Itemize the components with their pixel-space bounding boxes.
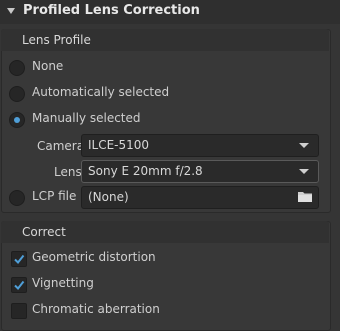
lens-dropdown-arrow-icon — [299, 169, 309, 174]
camera-value: ILCE-5100 — [88, 138, 150, 152]
radio-manual[interactable] — [9, 112, 25, 128]
geometric-distortion-row[interactable]: Geometric distortion — [11, 247, 311, 269]
vignetting-label: Vignetting — [32, 276, 94, 290]
camera-label: Camera — [37, 139, 85, 153]
lens-label: Lens — [54, 165, 82, 179]
radio-none[interactable] — [9, 60, 25, 76]
radio-manual-label: Manually selected — [32, 111, 141, 125]
chromatic-aberration-label: Chromatic aberration — [32, 302, 160, 316]
radio-none-row[interactable]: None — [9, 56, 309, 78]
lens-select[interactable]: Sony E 20mm f/2.8 — [81, 160, 319, 183]
camera-select[interactable]: ILCE-5100 — [81, 134, 319, 157]
vignetting-row[interactable]: Vignetting — [11, 273, 311, 295]
checkmark-icon — [14, 280, 25, 291]
correct-title-bar: Correct — [1, 221, 329, 243]
lens-value: Sony E 20mm f/2.8 — [88, 164, 203, 178]
radio-auto-label: Automatically selected — [32, 85, 170, 99]
correct-group: Correct Geometric distortion Vignetting … — [1, 221, 331, 331]
geometric-distortion-checkbox[interactable] — [11, 251, 27, 267]
lens-profile-title-bar: Lens Profile — [1, 29, 329, 51]
radio-auto[interactable] — [9, 86, 25, 102]
vignetting-checkbox[interactable] — [11, 277, 27, 293]
radio-lcp-file[interactable] — [9, 190, 25, 206]
radio-none-label: None — [32, 59, 64, 73]
chromatic-aberration-row[interactable]: Chromatic aberration — [11, 299, 311, 321]
folder-icon[interactable] — [297, 190, 313, 203]
panel-header[interactable]: Profiled Lens Correction — [0, 0, 340, 24]
panel-title: Profiled Lens Correction — [23, 3, 200, 18]
lens-profile-title: Lens Profile — [22, 33, 91, 47]
collapse-triangle-icon[interactable] — [7, 8, 15, 14]
lcp-file-value: (None) — [88, 190, 129, 204]
checkmark-icon — [14, 254, 25, 265]
lens-profile-group: Lens Profile None Automatically selected… — [1, 29, 331, 213]
chromatic-aberration-checkbox[interactable] — [11, 303, 27, 319]
geometric-distortion-label: Geometric distortion — [32, 250, 156, 264]
radio-lcp-row[interactable]: LCP file — [9, 186, 79, 208]
radio-manual-row[interactable]: Manually selected — [9, 108, 309, 130]
lcp-file-label: LCP file — [32, 189, 77, 203]
lcp-file-chooser[interactable]: (None) — [81, 186, 319, 209]
radio-auto-row[interactable]: Automatically selected — [9, 82, 309, 104]
camera-dropdown-arrow-icon — [299, 143, 309, 148]
correct-title: Correct — [22, 225, 66, 239]
